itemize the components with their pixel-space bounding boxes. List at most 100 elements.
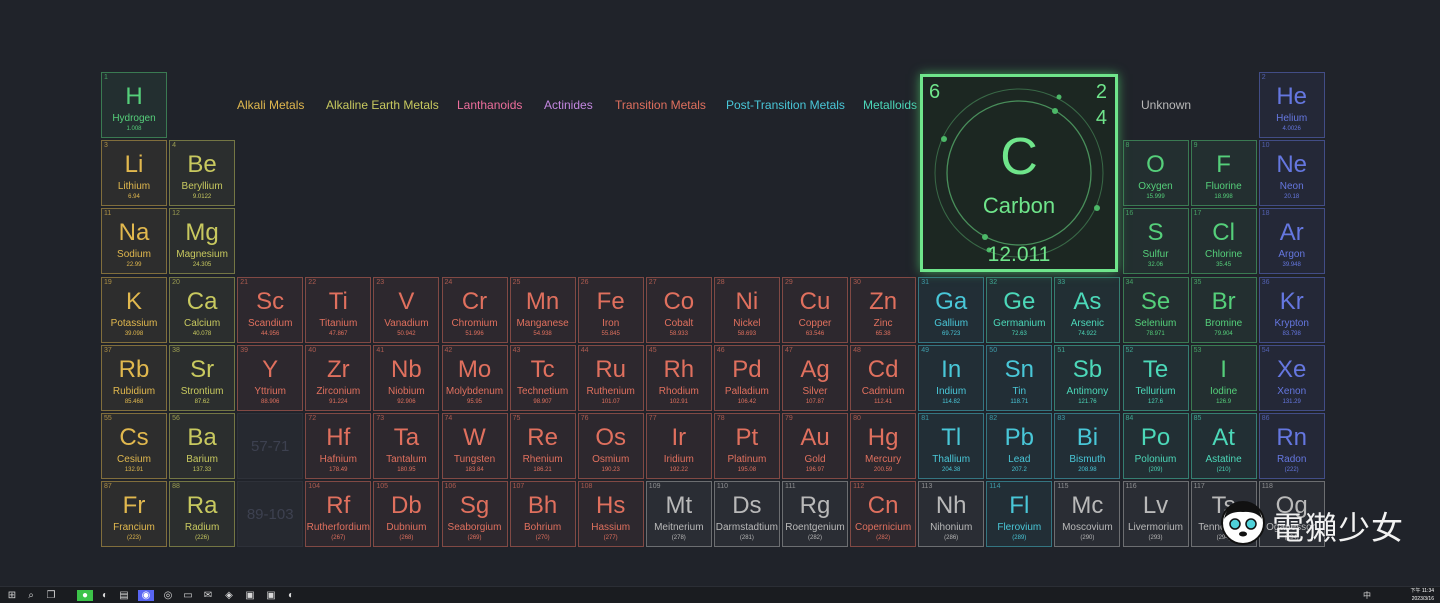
element-cell-ag[interactable]: 47AgSilver107.87 <box>782 345 848 411</box>
element-cell-os[interactable]: 76OsOsmium190.23 <box>578 413 644 479</box>
element-cell-zr[interactable]: 40ZrZirconium91.224 <box>305 345 371 411</box>
element-cell-mt[interactable]: 109MtMeitnerium(278) <box>646 481 712 547</box>
element-cell-xe[interactable]: 54XeXenon131.29 <box>1259 345 1325 411</box>
element-cell-ba[interactable]: 56BaBarium137.33 <box>169 413 235 479</box>
element-cell-s[interactable]: 16SSulfur32.06 <box>1123 208 1189 274</box>
legend-lanthanoid[interactable]: Lanthanoids <box>457 98 522 112</box>
element-cell-sr[interactable]: 38SrStrontium87.62 <box>169 345 235 411</box>
element-cell-rb[interactable]: 37RbRubidium85.468 <box>101 345 167 411</box>
discord-icon[interactable]: ◉ <box>138 590 154 601</box>
element-cell-f[interactable]: 9FFluorine18.998 <box>1191 140 1257 206</box>
element-cell-hg[interactable]: 80HgMercury200.59 <box>850 413 916 479</box>
app-icon[interactable]: ▣ <box>244 590 256 601</box>
system-clock[interactable]: 下午 11:34 2023/3/16 <box>1410 587 1434 603</box>
element-cell-po[interactable]: 84PoPolonium(209) <box>1123 413 1189 479</box>
element-cell-rh[interactable]: 45RhRhodium102.91 <box>646 345 712 411</box>
app-icon[interactable]: ▣ <box>265 590 277 601</box>
element-cell-mg[interactable]: 12MgMagnesium24.305 <box>169 208 235 274</box>
element-cell-mo[interactable]: 42MoMolybdenum95.95 <box>442 345 508 411</box>
element-cell-kr[interactable]: 36KrKrypton83.798 <box>1259 277 1325 343</box>
legend-alkaline[interactable]: Alkaline Earth Metals <box>326 98 439 112</box>
element-cell-cd[interactable]: 48CdCadmium112.41 <box>850 345 916 411</box>
element-cell-bi[interactable]: 83BiBismuth208.98 <box>1054 413 1120 479</box>
task-view-icon[interactable]: ❐ <box>45 590 57 601</box>
edge-icon[interactable]: ◐ <box>99 590 111 601</box>
element-cell-tl[interactable]: 81TlThallium204.38 <box>918 413 984 479</box>
element-cell-fl[interactable]: 114FlFlerovium(289) <box>986 481 1052 547</box>
element-cell-fe[interactable]: 26FeIron55.845 <box>578 277 644 343</box>
element-cell-y[interactable]: 39YYttrium88.906 <box>237 345 303 411</box>
element-cell-v[interactable]: 23VVanadium50.942 <box>373 277 439 343</box>
element-cell-at[interactable]: 85AtAstatine(210) <box>1191 413 1257 479</box>
element-cell-cn[interactable]: 112CnCopernicium(282) <box>850 481 916 547</box>
element-cell-ga[interactable]: 31GaGallium69.723 <box>918 277 984 343</box>
element-cell-cu[interactable]: 29CuCopper63.546 <box>782 277 848 343</box>
windows-icon[interactable]: ⊞ <box>6 590 18 601</box>
element-cell-o[interactable]: 8OOxygen15.999 <box>1123 140 1189 206</box>
element-cell-w[interactable]: 74WTungsten183.84 <box>442 413 508 479</box>
lanthanoid-placeholder[interactable]: 57-71 <box>237 413 303 479</box>
ime-indicator[interactable]: 中 <box>1362 590 1372 601</box>
element-cell-i[interactable]: 53IIodine126.9 <box>1191 345 1257 411</box>
element-cell-db[interactable]: 105DbDubnium(268) <box>373 481 439 547</box>
folder-icon[interactable]: ▭ <box>182 590 194 601</box>
element-cell-pt[interactable]: 78PtPlatinum195.08 <box>714 413 780 479</box>
element-cell-be[interactable]: 4BeBeryllium9.0122 <box>169 140 235 206</box>
element-cell-nh[interactable]: 113NhNihonium(286) <box>918 481 984 547</box>
element-cell-ru[interactable]: 44RuRuthenium101.07 <box>578 345 644 411</box>
element-cell-ar[interactable]: 18ArArgon39.948 <box>1259 208 1325 274</box>
element-cell-br[interactable]: 35BrBromine79.904 <box>1191 277 1257 343</box>
element-cell-ge[interactable]: 32GeGermanium72.63 <box>986 277 1052 343</box>
legend-posttransition[interactable]: Post-Transition Metals <box>726 98 845 112</box>
element-cell-in[interactable]: 49InIndium114.82 <box>918 345 984 411</box>
element-cell-tc[interactable]: 43TcTechnetium98.907 <box>510 345 576 411</box>
element-cell-se[interactable]: 34SeSelenium78.971 <box>1123 277 1189 343</box>
element-cell-re[interactable]: 75ReRhenium186.21 <box>510 413 576 479</box>
element-cell-sb[interactable]: 51SbAntimony121.76 <box>1054 345 1120 411</box>
element-cell-ir[interactable]: 77IrIridium192.22 <box>646 413 712 479</box>
element-cell-ti[interactable]: 22TiTitanium47.867 <box>305 277 371 343</box>
element-cell-sc[interactable]: 21ScScandium44.956 <box>237 277 303 343</box>
element-cell-co[interactable]: 27CoCobalt58.933 <box>646 277 712 343</box>
chrome-icon[interactable]: ◎ <box>162 590 174 601</box>
element-cell-te[interactable]: 52TeTellurium127.6 <box>1123 345 1189 411</box>
element-cell-mn[interactable]: 25MnManganese54.938 <box>510 277 576 343</box>
element-cell-hf[interactable]: 72HfHafnium178.49 <box>305 413 371 479</box>
element-cell-ra[interactable]: 88RaRadium(226) <box>169 481 235 547</box>
element-cell-fr[interactable]: 87FrFrancium(223) <box>101 481 167 547</box>
search-icon[interactable]: ⌕ <box>25 590 37 601</box>
element-cell-pd[interactable]: 46PdPalladium106.42 <box>714 345 780 411</box>
element-cell-ta[interactable]: 73TaTantalum180.95 <box>373 413 439 479</box>
file-explorer-icon[interactable]: ▤ <box>118 590 130 601</box>
element-cell-k[interactable]: 19KPotassium39.098 <box>101 277 167 343</box>
element-cell-cl[interactable]: 17ClChlorine35.45 <box>1191 208 1257 274</box>
edge-icon[interactable]: ◐ <box>285 590 297 601</box>
element-cell-mc[interactable]: 115McMoscovium(290) <box>1054 481 1120 547</box>
mail-icon[interactable]: ✉ <box>202 590 214 601</box>
element-cell-cs[interactable]: 55CsCesium132.91 <box>101 413 167 479</box>
element-cell-pb[interactable]: 82PbLead207.2 <box>986 413 1052 479</box>
element-cell-he[interactable]: 2HeHelium4.0026 <box>1259 72 1325 138</box>
element-cell-h[interactable]: 1HHydrogen1.008 <box>101 72 167 138</box>
element-cell-bh[interactable]: 107BhBohrium(270) <box>510 481 576 547</box>
element-cell-rg[interactable]: 111RgRoentgenium(282) <box>782 481 848 547</box>
element-cell-lv[interactable]: 116LvLivermorium(293) <box>1123 481 1189 547</box>
element-cell-sg[interactable]: 106SgSeaborgium(269) <box>442 481 508 547</box>
element-cell-ca[interactable]: 20CaCalcium40.078 <box>169 277 235 343</box>
element-cell-cr[interactable]: 24CrChromium51.996 <box>442 277 508 343</box>
element-cell-ni[interactable]: 28NiNickel58.693 <box>714 277 780 343</box>
actinide-placeholder[interactable]: 89-103 <box>237 481 303 547</box>
line-icon[interactable]: ● <box>77 590 93 601</box>
element-cell-as[interactable]: 33AsArsenic74.922 <box>1054 277 1120 343</box>
legend-unknown[interactable]: Unknown <box>1141 98 1191 112</box>
element-cell-ds[interactable]: 110DsDarmstadtium(281) <box>714 481 780 547</box>
legend-actinide[interactable]: Actinides <box>544 98 593 112</box>
steam-icon[interactable]: ◈ <box>223 590 235 601</box>
element-cell-au[interactable]: 79AuGold196.97 <box>782 413 848 479</box>
element-cell-li[interactable]: 3LiLithium6.94 <box>101 140 167 206</box>
legend-transition[interactable]: Transition Metals <box>615 98 706 112</box>
element-cell-nb[interactable]: 41NbNiobium92.906 <box>373 345 439 411</box>
element-cell-zn[interactable]: 30ZnZinc65.38 <box>850 277 916 343</box>
legend-metalloid[interactable]: Metalloids <box>863 98 917 112</box>
element-cell-na[interactable]: 11NaSodium22.99 <box>101 208 167 274</box>
